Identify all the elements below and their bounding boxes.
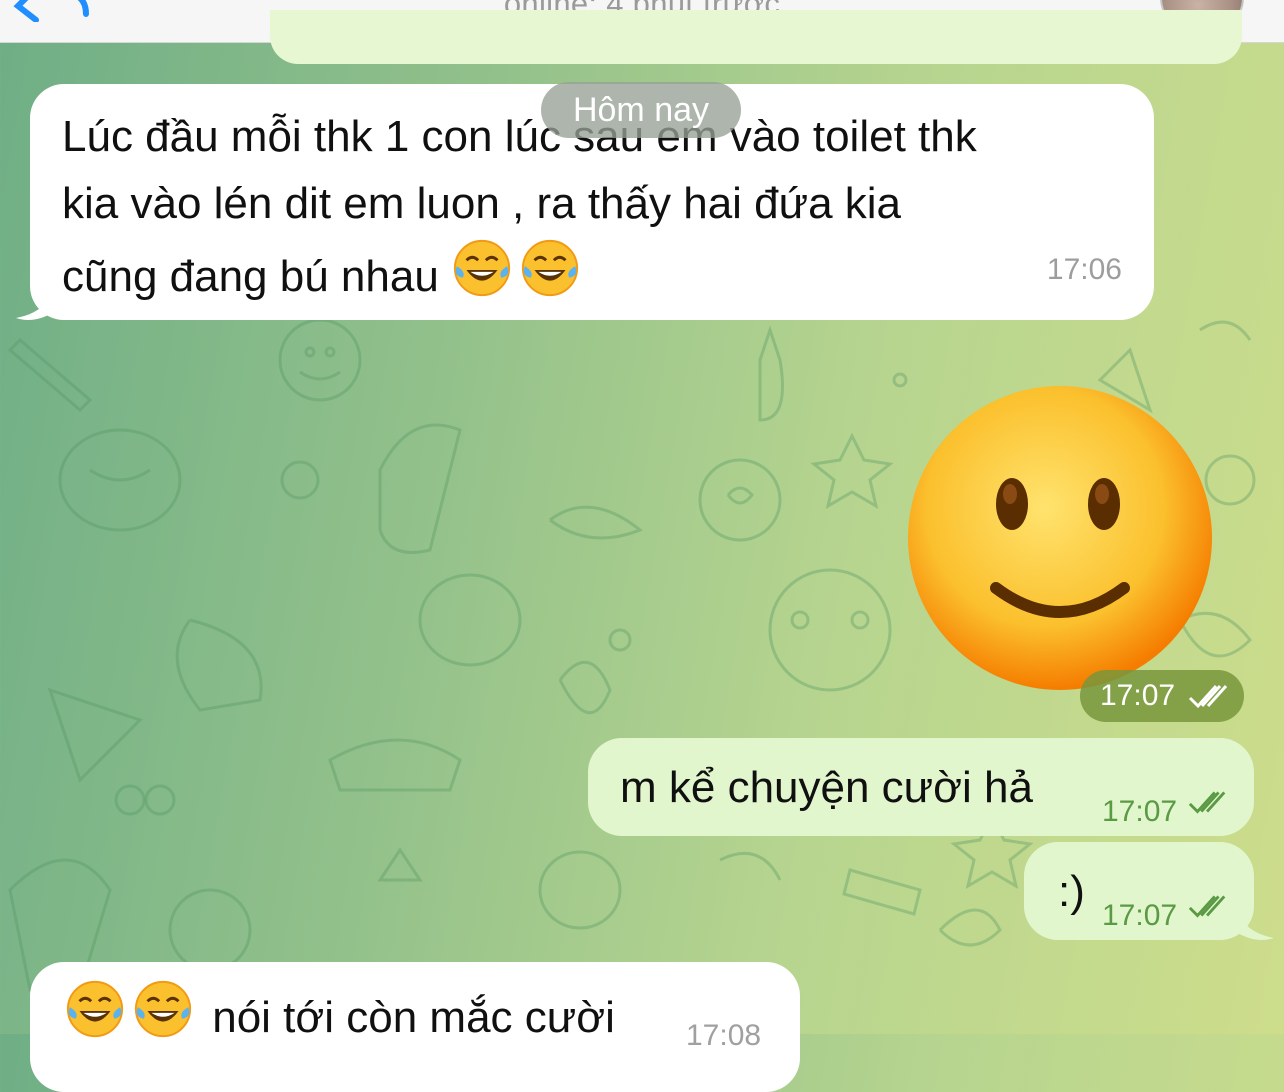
- incoming-message[interactable]: nói tới còn mắc cười 17:08: [30, 962, 800, 1092]
- message-text: m kể chuyện cười hả: [620, 763, 1033, 812]
- message-text: nói tới còn mắc cười: [64, 978, 615, 1051]
- message-time: 17:07: [1100, 679, 1176, 712]
- message-text-content: nói tới còn mắc cười: [212, 993, 615, 1042]
- sticker-time-badge: 17:07: [1080, 670, 1244, 722]
- message-line: cũng đang bú nhau: [62, 252, 439, 301]
- double-check-icon: [1188, 684, 1228, 709]
- previous-message-bubble[interactable]: [270, 10, 1242, 64]
- laughing-tears-emoji-icon: [66, 980, 124, 1038]
- message-line: Lúc đầu mỗi thk 1 con lúc sau em vào toi…: [62, 112, 977, 161]
- date-separator: Hôm nay: [541, 82, 741, 138]
- double-check-icon: [1188, 791, 1226, 814]
- laughing-tears-emoji-icon: [453, 239, 511, 297]
- outgoing-message[interactable]: m kể chuyện cười hả 17:07: [588, 738, 1254, 836]
- message-time: 17:07: [1102, 899, 1178, 932]
- laughing-tears-emoji-icon: [521, 239, 579, 297]
- laughing-tears-emoji-icon: [134, 980, 192, 1038]
- bubble-tail: [1236, 906, 1274, 940]
- double-check-icon: [1188, 895, 1226, 918]
- slightly-smiling-face-sticker[interactable]: [904, 382, 1216, 694]
- bubble-tail: [16, 286, 54, 320]
- outgoing-message[interactable]: :) 17:07: [1024, 842, 1254, 940]
- message-line: kia vào lén dit em luon , ra thấy hai đứ…: [62, 179, 902, 228]
- message-time: 17:06: [1046, 253, 1122, 286]
- message-time: 17:07: [1102, 795, 1178, 828]
- message-time: 17:08: [686, 1019, 762, 1052]
- message-text: :): [1058, 867, 1085, 916]
